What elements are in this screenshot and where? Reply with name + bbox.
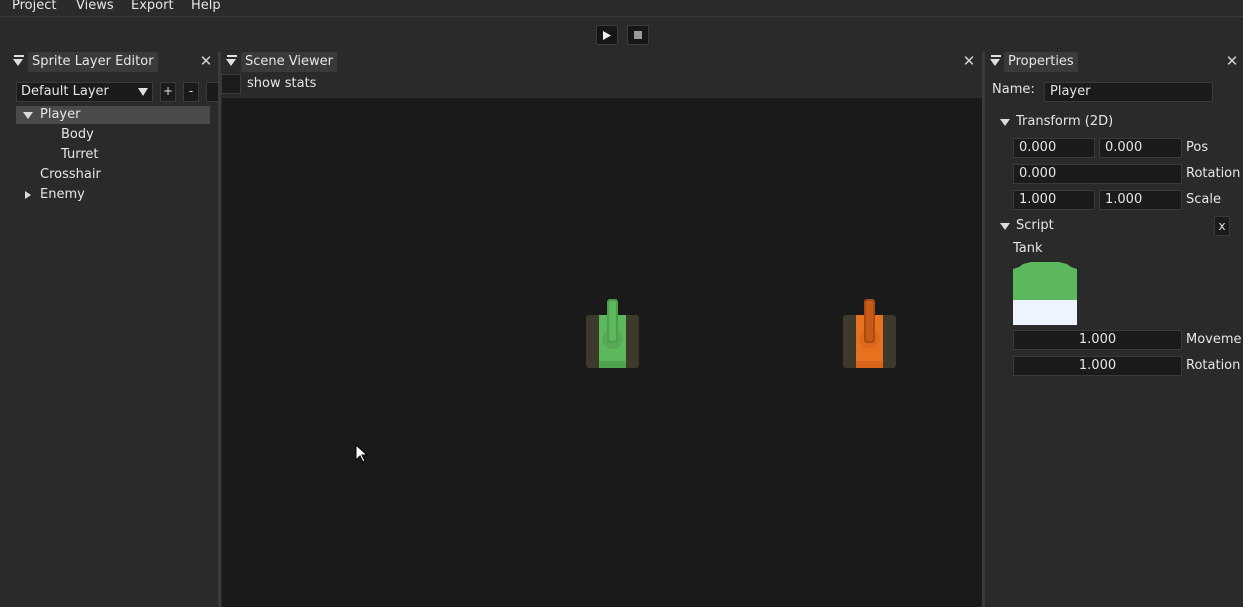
name-field[interactable]: Player bbox=[1044, 82, 1213, 102]
panel-header: Properties ✕ bbox=[985, 52, 1243, 72]
panel-header: Sprite Layer Editor ✕ bbox=[8, 52, 218, 72]
panel-menu-icon[interactable] bbox=[227, 55, 237, 57]
properties-panel: Properties ✕ Name: Player Transform (2D)… bbox=[985, 52, 1243, 607]
rotation-speed-field[interactable]: 1.000 bbox=[1013, 356, 1182, 376]
rotation-field[interactable]: 0.000 bbox=[1013, 164, 1182, 184]
enemy-tank[interactable] bbox=[842, 299, 898, 371]
script-header[interactable]: Script bbox=[1016, 218, 1054, 233]
tree-item-label: Enemy bbox=[40, 187, 85, 202]
name-label: Name: bbox=[992, 82, 1035, 97]
panel-collapse-icon[interactable] bbox=[13, 59, 23, 66]
expand-icon[interactable] bbox=[25, 191, 31, 199]
layer-extra-button[interactable] bbox=[206, 82, 218, 102]
panel-collapse-icon[interactable] bbox=[990, 59, 1000, 66]
panel-header: Scene Viewer ✕ bbox=[221, 52, 982, 72]
menu-bar: Project Views Export Help bbox=[0, 0, 1243, 17]
menu-help[interactable]: Help bbox=[191, 0, 221, 13]
scale-x-field[interactable]: 1.000 bbox=[1013, 190, 1095, 210]
transform-header[interactable]: Transform (2D) bbox=[1016, 114, 1113, 129]
panel-menu-icon[interactable] bbox=[14, 55, 24, 57]
play-button[interactable] bbox=[596, 25, 618, 45]
layer-select[interactable]: Default Layer bbox=[16, 82, 153, 102]
script-name: Tank bbox=[1013, 241, 1043, 256]
expand-icon[interactable] bbox=[23, 112, 33, 119]
add-layer-button[interactable]: + bbox=[160, 82, 176, 102]
pos-y-field[interactable]: 0.000 bbox=[1099, 138, 1182, 158]
tree-item-turret[interactable]: Turret bbox=[61, 146, 98, 164]
panel-title[interactable]: Sprite Layer Editor bbox=[28, 52, 158, 72]
show-stats-checkbox[interactable] bbox=[221, 74, 241, 94]
scene-canvas[interactable] bbox=[222, 98, 982, 607]
mouse-cursor-icon bbox=[355, 444, 367, 463]
chevron-down-icon bbox=[138, 88, 148, 96]
sprite-layer-editor-panel: Sprite Layer Editor ✕ Default Layer + - … bbox=[8, 52, 218, 607]
remove-layer-button[interactable]: - bbox=[183, 82, 199, 102]
scale-label: Scale bbox=[1186, 192, 1221, 207]
tank-thumbnail[interactable] bbox=[1013, 261, 1077, 325]
layer-select-value: Default Layer bbox=[21, 84, 109, 99]
scale-y-field[interactable]: 1.000 bbox=[1099, 190, 1182, 210]
rotation-speed-label: Rotation bbox=[1186, 358, 1241, 373]
stop-icon bbox=[634, 31, 642, 39]
panel-title[interactable]: Properties bbox=[1004, 52, 1078, 72]
panel-title[interactable]: Scene Viewer bbox=[241, 52, 337, 72]
movement-speed-field[interactable]: 1.000 bbox=[1013, 330, 1182, 350]
panel-menu-icon[interactable] bbox=[991, 55, 1001, 57]
rotation-label: Rotation bbox=[1186, 166, 1241, 181]
toolbar bbox=[0, 17, 1243, 51]
script-collapse-icon[interactable] bbox=[1000, 223, 1010, 230]
close-icon[interactable]: ✕ bbox=[962, 54, 976, 69]
pos-label: Pos bbox=[1186, 140, 1209, 155]
remove-script-button[interactable]: x bbox=[1214, 216, 1230, 236]
tree-item-enemy[interactable]: Enemy bbox=[16, 186, 136, 204]
menu-export[interactable]: Export bbox=[131, 0, 174, 13]
player-tank[interactable] bbox=[585, 299, 641, 371]
tree-item-player[interactable]: Player bbox=[16, 106, 210, 124]
tree-item-label: Turret bbox=[61, 147, 99, 162]
show-stats-label: show stats bbox=[247, 76, 317, 91]
stop-button[interactable] bbox=[627, 25, 649, 45]
close-icon[interactable]: ✕ bbox=[1225, 54, 1239, 69]
pos-x-field[interactable]: 0.000 bbox=[1013, 138, 1095, 158]
tree-item-label: Player bbox=[40, 107, 81, 122]
tree-item-label: Body bbox=[61, 127, 94, 142]
tree-item-body[interactable]: Body bbox=[61, 126, 94, 144]
menu-views[interactable]: Views bbox=[76, 0, 114, 13]
movement-label: Moveme bbox=[1186, 332, 1242, 347]
tree-item-crosshair[interactable]: Crosshair bbox=[40, 166, 101, 184]
close-icon[interactable]: ✕ bbox=[199, 54, 213, 69]
tree-item-label: Crosshair bbox=[40, 167, 101, 182]
menu-project[interactable]: Project bbox=[12, 0, 56, 13]
panel-collapse-icon[interactable] bbox=[226, 59, 236, 66]
play-icon bbox=[603, 30, 611, 40]
transform-collapse-icon[interactable] bbox=[1000, 119, 1010, 126]
